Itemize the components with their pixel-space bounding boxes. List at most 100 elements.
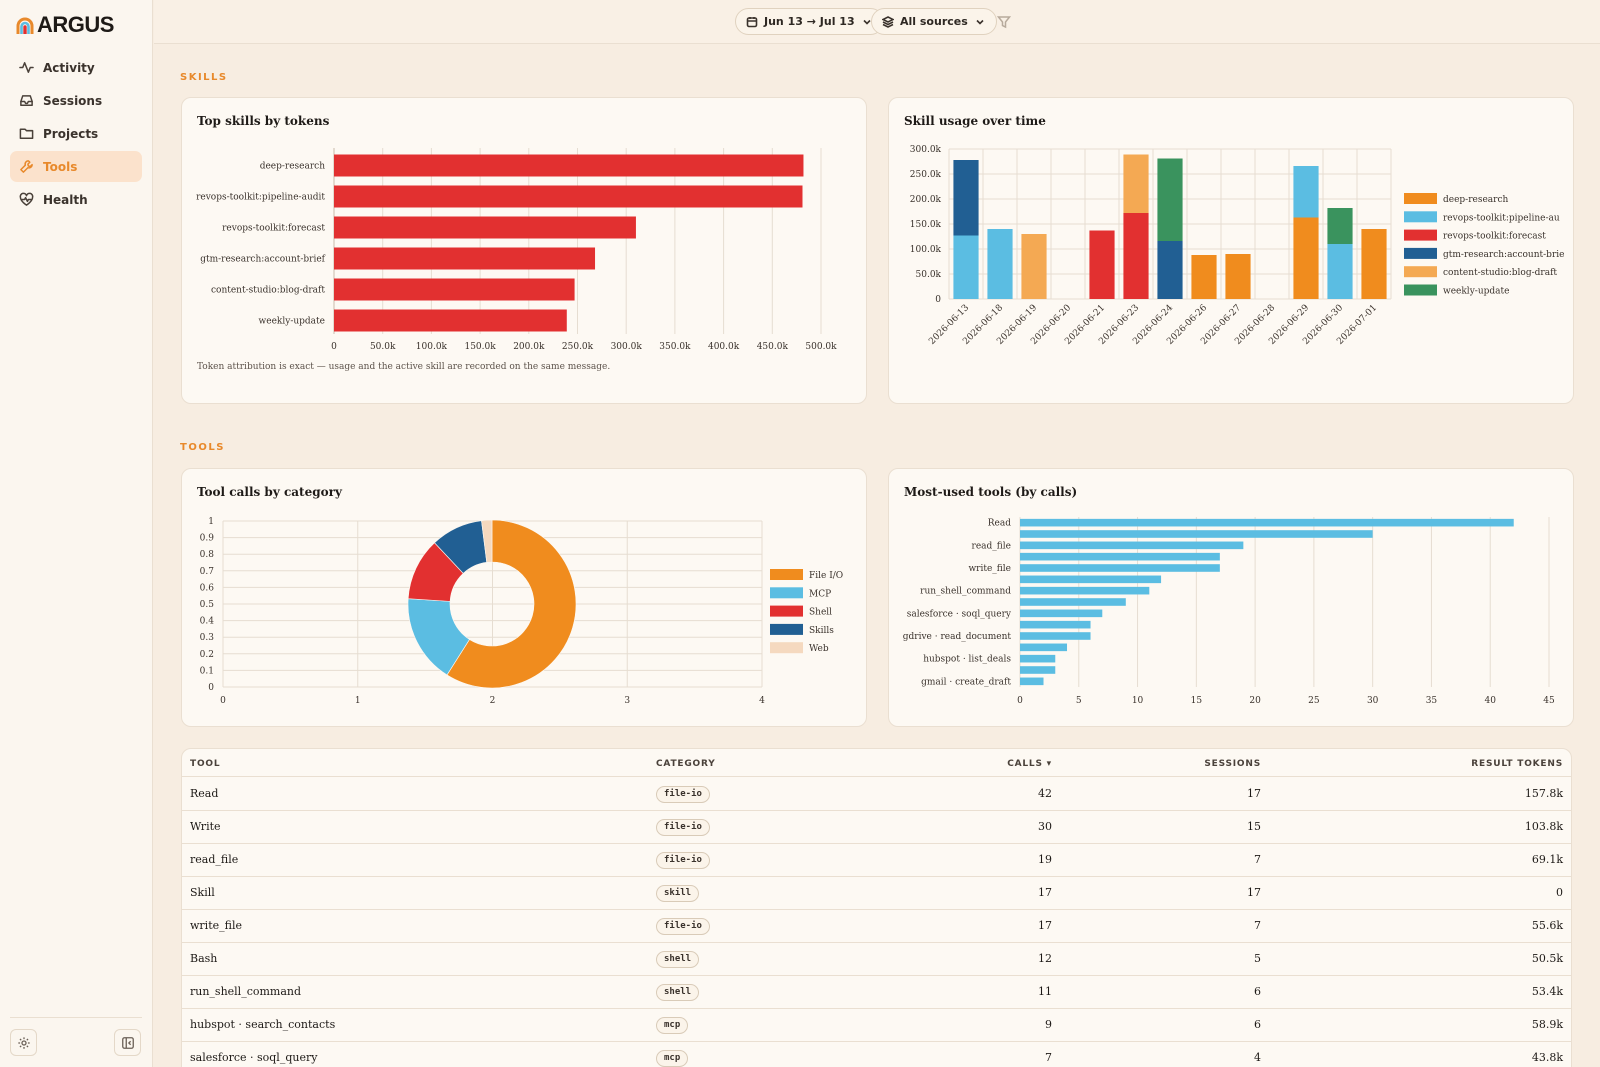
bar[interactable] — [1020, 518, 1514, 527]
table-row[interactable]: run_shell_command shell 11 6 53.4k — [182, 976, 1571, 1009]
folder-icon — [19, 128, 34, 139]
bar[interactable] — [334, 278, 575, 301]
table-row[interactable]: read_file file-io 19 7 69.1k — [182, 844, 1571, 877]
category-badge: file-io — [656, 786, 710, 803]
bar[interactable] — [334, 247, 596, 270]
column-header-category[interactable]: CATEGORY — [656, 759, 716, 769]
table-row[interactable]: Read file-io 42 17 157.8k — [182, 778, 1571, 811]
bar[interactable] — [1020, 654, 1056, 663]
bar[interactable] — [1020, 552, 1220, 561]
column-header-calls[interactable]: CALLS ▾ — [1007, 759, 1052, 769]
column-header-result-tokens[interactable]: RESULT TOKENS — [1471, 759, 1563, 769]
stacked-bar-segment[interactable] — [1157, 158, 1183, 242]
x-tick-label: 40 — [1484, 696, 1496, 706]
x-tick-label: 30 — [1367, 696, 1379, 706]
calls-value: 19 — [1038, 853, 1052, 866]
date-range-picker[interactable]: Jun 13 → Jul 13 — [735, 8, 884, 35]
bar[interactable] — [334, 216, 636, 239]
legend-label: revops-toolkit:forecast — [1443, 232, 1546, 242]
sidebar-item-tools[interactable]: Tools — [10, 151, 142, 182]
rainbow-logo-icon — [16, 17, 34, 34]
stacked-bar-segment[interactable] — [1361, 229, 1387, 299]
stacked-bar-segment[interactable] — [953, 235, 979, 300]
x-tick-label: 400.0k — [708, 342, 740, 352]
x-tick-label: 0 — [331, 342, 337, 352]
tool-name: Bash — [190, 952, 218, 965]
inbox-icon — [20, 95, 33, 106]
stacked-bar-segment[interactable] — [1123, 213, 1149, 299]
category-label: run_shell_command — [920, 587, 1011, 597]
stacked-bar-segment[interactable] — [1157, 241, 1183, 299]
y-tick-label: 150.0k — [910, 220, 942, 230]
stacked-bar-segment[interactable] — [1123, 154, 1149, 214]
stacked-bar-segment[interactable] — [1191, 255, 1217, 299]
bar[interactable] — [334, 309, 567, 332]
source-selector[interactable]: All sources — [871, 8, 997, 35]
x-tick-label: 0 — [220, 696, 226, 706]
legend-label: deep-research — [1443, 195, 1508, 205]
bar[interactable] — [1020, 609, 1103, 618]
bar[interactable] — [1020, 586, 1150, 595]
stacked-bar-segment[interactable] — [1293, 166, 1319, 218]
x-tick-label: 350.0k — [659, 342, 691, 352]
x-tick-label: 25 — [1308, 696, 1320, 706]
stacked-bar-segment[interactable] — [953, 160, 979, 236]
top-skills-chart: 0 50.0k 100.0k 150.0k 200.0k 250.0k 300.0k 350.… — [196, 148, 837, 352]
bar[interactable] — [1020, 632, 1091, 640]
stacked-bar-segment[interactable] — [1327, 244, 1353, 299]
table-row[interactable]: hubspot · search_contacts mcp 9 6 58.9k — [182, 1009, 1571, 1042]
bar[interactable] — [334, 154, 804, 177]
wrench-icon — [20, 160, 33, 173]
y-tick-label: 200.0k — [910, 195, 942, 205]
app-logo[interactable]: ARGUS — [16, 12, 114, 38]
bar[interactable] — [1020, 677, 1044, 686]
sidebar-item-sessions[interactable]: Sessions — [10, 85, 142, 116]
bar[interactable] — [1020, 643, 1068, 652]
result-tokens-value: 50.5k — [1531, 952, 1563, 965]
sidebar-item-activity[interactable]: Activity — [10, 52, 142, 83]
bar[interactable] — [1020, 575, 1162, 584]
table-row[interactable]: Bash shell 12 5 50.5k — [182, 943, 1571, 976]
stacked-bar-segment[interactable] — [1293, 217, 1319, 300]
sidebar-item-projects[interactable]: Projects — [10, 118, 142, 149]
table-row[interactable]: Write file-io 30 15 103.8k — [182, 811, 1571, 844]
legend-swatch — [770, 623, 803, 635]
category-label: content-studio:blog-draft — [211, 286, 325, 296]
calls-value: 17 — [1038, 886, 1052, 899]
legend-swatch — [1404, 266, 1437, 278]
bar[interactable] — [1020, 598, 1126, 606]
bar[interactable] — [1020, 530, 1373, 538]
y-tick-label: 0.6 — [200, 583, 215, 593]
stacked-bar-segment[interactable] — [987, 229, 1013, 299]
stacked-bar-segment[interactable] — [1021, 234, 1047, 299]
bar[interactable] — [1020, 564, 1220, 572]
x-tick-label: 45 — [1543, 696, 1555, 706]
gear-icon — [17, 1036, 30, 1049]
legend-swatch — [770, 605, 803, 617]
settings-button[interactable] — [10, 1029, 37, 1056]
column-header-sessions[interactable]: SESSIONS — [1204, 759, 1261, 769]
bar[interactable] — [1020, 666, 1056, 674]
bar[interactable] — [1020, 620, 1091, 629]
category-badge: mcp — [656, 1017, 689, 1034]
x-tick-label: 250.0k — [562, 342, 594, 352]
result-tokens-value: 43.8k — [1531, 1051, 1563, 1064]
table-row[interactable]: write_file file-io 17 7 55.6k — [182, 910, 1571, 943]
x-tick-label: 0 — [1017, 696, 1023, 706]
x-tick-label: 100.0k — [416, 342, 448, 352]
filter-button[interactable] — [996, 14, 1012, 29]
bar[interactable] — [1020, 541, 1244, 550]
stacked-bar-segment[interactable] — [1225, 254, 1251, 299]
stacked-bar-segment[interactable] — [1327, 208, 1353, 244]
collapse-sidebar-button[interactable] — [114, 1029, 141, 1056]
sidebar-item-health[interactable]: Health — [10, 184, 142, 215]
table-row[interactable]: salesforce · soql_query mcp 7 4 43.8k — [182, 1042, 1571, 1067]
table-row[interactable]: Skill skill 17 17 0 — [182, 877, 1571, 910]
bar[interactable] — [334, 185, 803, 208]
category-label: gdrive · read_document — [903, 632, 1012, 642]
calls-value: 42 — [1038, 787, 1052, 800]
stacked-bar-segment[interactable] — [1089, 230, 1115, 300]
category-badge: file-io — [656, 852, 710, 869]
column-header-tool[interactable]: TOOL — [190, 759, 220, 769]
calendar-icon — [746, 16, 758, 27]
